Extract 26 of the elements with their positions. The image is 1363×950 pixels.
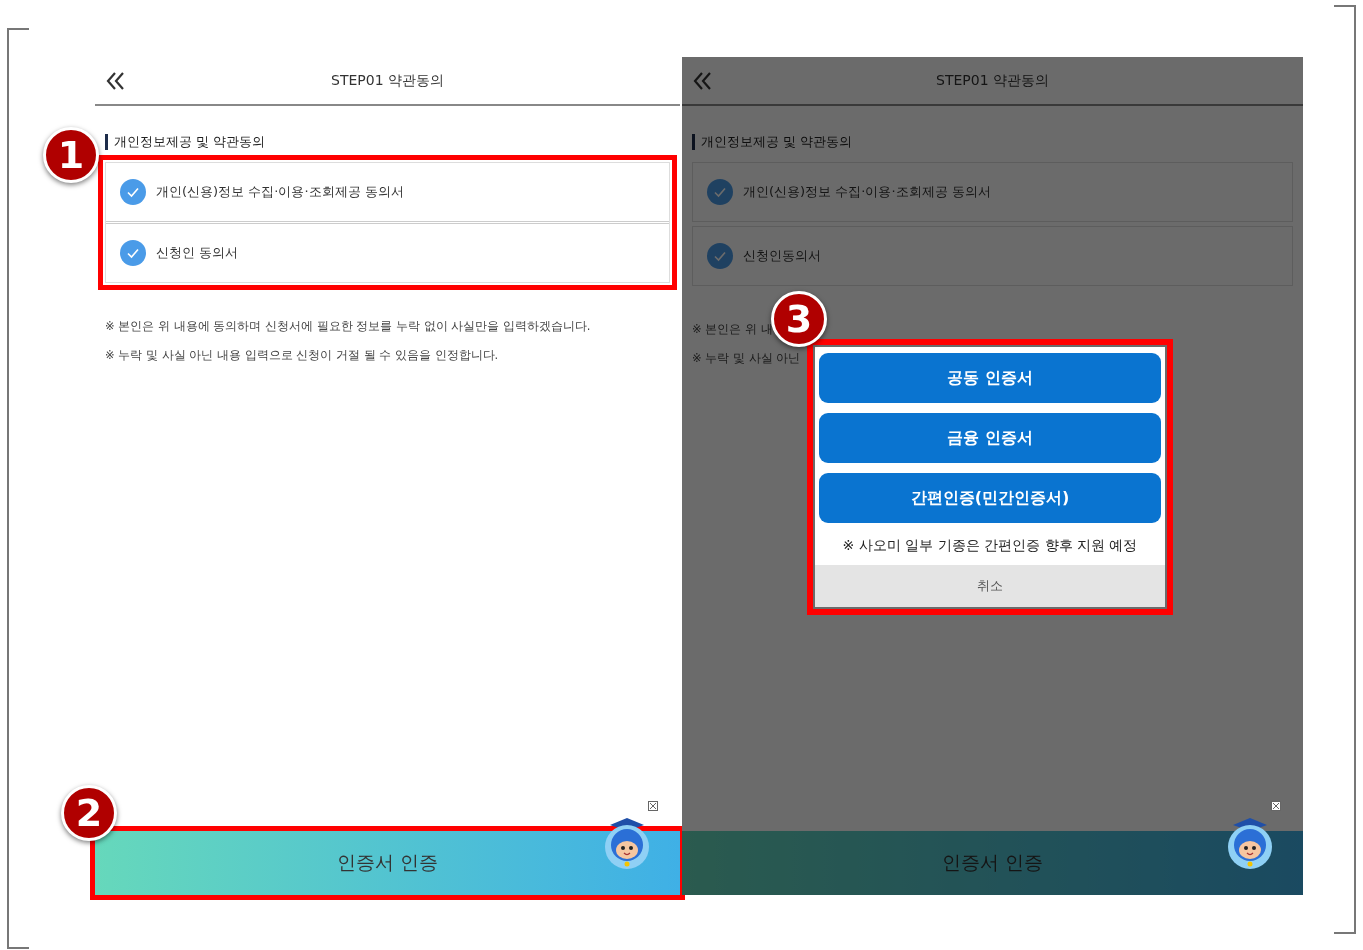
step-badge: 1 <box>43 127 99 183</box>
check-circle-icon[interactable] <box>120 240 146 266</box>
notice-text: ※ 본인은 위 내 <box>692 322 774 337</box>
check-circle-icon[interactable] <box>120 179 146 205</box>
dialog-note: ※ 사오미 일부 기종은 간편인증 향후 지원 예정 <box>842 537 1138 555</box>
notice-text: ※ 누락 및 사실 아닌 <box>692 351 802 366</box>
section-title: 개인정보제공 및 약관동의 <box>105 134 670 150</box>
notice-text: ※ 누락 및 사실 아닌 내용 입력으로 신청이 거절 될 수 있음을 인정합니다. <box>105 348 500 363</box>
agreement-item[interactable]: 개인(신용)정보 수집·이용·조회제공 동의서 <box>692 162 1293 222</box>
close-icon[interactable] <box>1271 801 1281 811</box>
agreement-item[interactable]: 개인(신용)정보 수집·이용·조회제공 동의서 <box>106 163 669 221</box>
check-circle-icon[interactable] <box>707 243 733 269</box>
screen-title: STEP01 약관동의 <box>331 71 444 90</box>
section-title: 개인정보제공 및 약관동의 <box>692 134 1293 150</box>
cancel-button[interactable]: 취소 <box>815 565 1165 607</box>
auth-option-button[interactable]: 금융 인증서 <box>819 413 1161 463</box>
notice-text: ※ 본인은 위 내용에 동의하며 신청서에 필요한 정보를 누락 없이 사실만을 입력하겠습니다. <box>105 319 592 334</box>
screen-title: STEP01 약관동의 <box>936 71 1049 90</box>
auth-option-button[interactable]: 간편인증(민간인증서) <box>819 473 1161 523</box>
agreement-item[interactable]: 신청인 동의서 <box>106 221 669 282</box>
step-badge: 3 <box>771 291 827 347</box>
step-badge: 2 <box>61 785 117 841</box>
auth-option-button[interactable]: 공동 인증서 <box>819 353 1161 403</box>
close-icon[interactable] <box>648 801 658 811</box>
agreement-item[interactable]: 신청인동의서 <box>692 226 1293 286</box>
check-circle-icon[interactable] <box>707 179 733 205</box>
